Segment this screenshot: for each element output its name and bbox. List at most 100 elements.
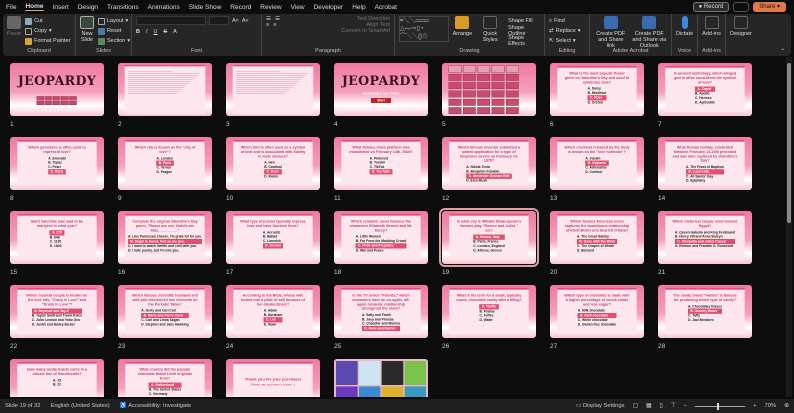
tab-transitions[interactable]: Transitions [107, 4, 139, 11]
fit-to-window-icon[interactable]: ⊕ [784, 403, 789, 409]
slide-thumbnail[interactable]: Which gemstone is often used to represen… [10, 137, 104, 190]
tab-file[interactable]: File [6, 4, 16, 11]
layout-button[interactable]: Layout ▾ [98, 16, 130, 26]
slide-thumbnail[interactable]: JEOPARDY [10, 63, 104, 116]
slide-sorter-view-icon[interactable]: ▦ [646, 403, 651, 409]
collapse-ribbon-icon[interactable]: ⌄ [780, 46, 785, 52]
slide-thumbnail[interactable]: Complete the original Valentine's Day po… [118, 211, 212, 264]
designer-button[interactable]: Designer [730, 16, 752, 37]
cut-button[interactable]: Cut [25, 16, 70, 26]
slide-thumbnail[interactable]: What is the most popular flower given on… [550, 63, 644, 116]
comments-button[interactable] [733, 2, 750, 12]
reading-view-icon[interactable]: ▯ [659, 403, 662, 409]
answer-option: D. Elon Musk [466, 178, 488, 183]
language-status[interactable]: English (United States) [50, 403, 109, 409]
addins-button[interactable]: Add-ins [702, 16, 721, 37]
slide-thumbnail[interactable]: Which historical couple ruled ancient Eg… [658, 211, 752, 264]
slide-thumbnail[interactable]: The candy brand "Haribo" is famous for p… [658, 285, 752, 338]
tab-record[interactable]: Record [230, 4, 251, 11]
copy-button[interactable]: Copy ▾ [25, 26, 70, 36]
display-settings-button[interactable]: ▭ Display Settings [576, 403, 625, 409]
slide-thumbnail[interactable]: Which bird is often used as a symbol of … [226, 137, 320, 190]
slide-thumbnail[interactable]: JEOPARDY VALENTINE'S DAY TRIVIA Start [334, 63, 428, 116]
slide-thumbnail[interactable]: What Roman holiday, celebrated between F… [658, 137, 752, 190]
slide-thumbnail[interactable]: Which musical couple is known for the lo… [10, 285, 104, 338]
normal-view-icon[interactable]: ▢ [633, 403, 638, 409]
shapes-gallery[interactable]: ⌗╲╲▭▭▭ △⌐⌐⇨▯◔ ⌒╲╲{}☆ [399, 16, 449, 42]
bold-icon[interactable]: B [136, 29, 140, 35]
quick-styles-label: Quick Styles [482, 31, 498, 43]
slide-thumbnail[interactable]: Which romantic novel features the charac… [334, 211, 428, 264]
grow-font-icon[interactable]: A˄ [232, 18, 239, 24]
zoom-out-button[interactable]: − [684, 403, 687, 409]
slide-content: Which chemical released by the body is k… [550, 137, 644, 190]
tab-home[interactable]: Home [25, 3, 44, 11]
find-button[interactable]: ⌕ Find [549, 16, 585, 26]
section-button[interactable]: Section ▾ [98, 36, 130, 46]
tab-animations[interactable]: Animations [148, 4, 180, 11]
tab-acrobat[interactable]: Acrobat [375, 4, 397, 11]
format-painter-button[interactable]: Format Painter [25, 36, 70, 46]
slide-thumbnail[interactable]: What country did the popular chocolate b… [118, 359, 212, 397]
ribbon-tabs: File Home Insert Design Transitions Animation… [0, 0, 794, 14]
slide-thumbnail[interactable]: In what city is William Shakespeare's fa… [439, 208, 539, 267]
slide-thumbnail[interactable]: What is the term for a small, typically … [442, 285, 536, 338]
slide-thumbnail[interactable]: In ancient mythology, which winged god i… [658, 63, 752, 116]
shape-effects-button[interactable]: Shape Effects [508, 35, 540, 47]
slide-thumbnail[interactable]: Which famous American novel captures the… [550, 211, 644, 264]
question-text: According to the Bible, whose wife turne… [241, 293, 305, 307]
italic-icon[interactable]: I [146, 29, 148, 35]
zoom-level[interactable]: 70% [765, 403, 777, 409]
slide-slot: Which musical couple is known for the lo… [10, 285, 104, 350]
slide-thumbnail[interactable] [334, 359, 428, 397]
tab-review[interactable]: Review [260, 4, 281, 11]
record-button[interactable]: ● Record [692, 2, 730, 12]
align-center-icon[interactable]: ≡ [273, 22, 276, 28]
slide-thumbnail[interactable]: According to the Bible, whose wife turne… [226, 285, 320, 338]
tab-view[interactable]: View [291, 4, 305, 11]
zoom-in-button[interactable]: + [753, 403, 756, 409]
font-color-icon[interactable]: A [173, 29, 177, 35]
slide-thumbnail[interactable]: Which chemical released by the body is k… [550, 137, 644, 190]
slide-thumbnail[interactable]: What type of poems typically express lov… [226, 211, 320, 264]
slide-thumbnail[interactable]: Which famous scientific husband and wife… [118, 285, 212, 338]
slide-thumbnail[interactable] [118, 63, 212, 116]
answer-options: A. Chocolates Kisses B. Gummy Bears C. Taf… [688, 304, 722, 322]
slide-thumbnail[interactable]: Thank you for your purchase! Please rate … [226, 359, 320, 397]
slide-thumbnail[interactable]: Which famous inventor submitted a patent… [442, 137, 536, 190]
tab-slide-show[interactable]: Slide Show [189, 4, 222, 11]
tab-developer[interactable]: Developer [314, 4, 344, 11]
slideshow-view-icon[interactable]: ⊤ [671, 403, 676, 409]
accessibility-status[interactable]: ♿ Accessibility: Investigate [120, 403, 191, 409]
underline-icon[interactable]: U [154, 29, 158, 35]
shrink-font-icon[interactable]: A˅ [242, 18, 249, 24]
font-size-input[interactable] [209, 16, 229, 25]
slide-thumbnail[interactable]: How many candy hearts come in a classic … [10, 359, 104, 397]
slide-thumbnail[interactable] [226, 63, 320, 116]
share-button[interactable]: Share ▾ [753, 2, 786, 12]
slide-thumbnail[interactable]: Saint Valentine was said to be martyred … [10, 211, 104, 264]
scrollbar-thumb[interactable] [787, 63, 791, 223]
align-left-icon[interactable]: ≡ [266, 22, 269, 28]
dictate-button[interactable]: Dictate [676, 16, 693, 37]
tab-insert[interactable]: Insert [53, 4, 69, 11]
board-cell [491, 107, 505, 114]
tab-design[interactable]: Design [78, 4, 98, 11]
slide-thumbnail[interactable]: In the TV series "Friends," which charac… [334, 285, 428, 338]
slide-number: 5 [442, 121, 446, 128]
zoom-slider[interactable] [695, 402, 746, 410]
reset-button[interactable]: Reset [98, 26, 130, 36]
vertical-scrollbar[interactable] [786, 57, 792, 397]
slide-slot: JEOPARDY VALENTINE'S DAY TRIVIA Start 4 [334, 63, 428, 128]
select-button[interactable]: ⇱ Select ▾ [549, 36, 585, 46]
replace-button[interactable]: ⇄ Replace ▾ [549, 26, 585, 36]
slide-thumbnail[interactable]: Which type of chocolate is made with a h… [550, 285, 644, 338]
slide-thumbnail[interactable] [442, 63, 536, 116]
slide-number: 28 [658, 343, 666, 350]
smartart-button[interactable]: Convert to SmartArt [341, 28, 390, 34]
tab-help[interactable]: Help [352, 4, 365, 11]
strikethrough-icon[interactable]: S [164, 29, 168, 35]
slide-thumbnail[interactable]: What famous video platform was establish… [334, 137, 428, 190]
slide-thumbnail[interactable]: Which city is known as the "city of love… [118, 137, 212, 190]
font-name-input[interactable] [136, 16, 206, 25]
